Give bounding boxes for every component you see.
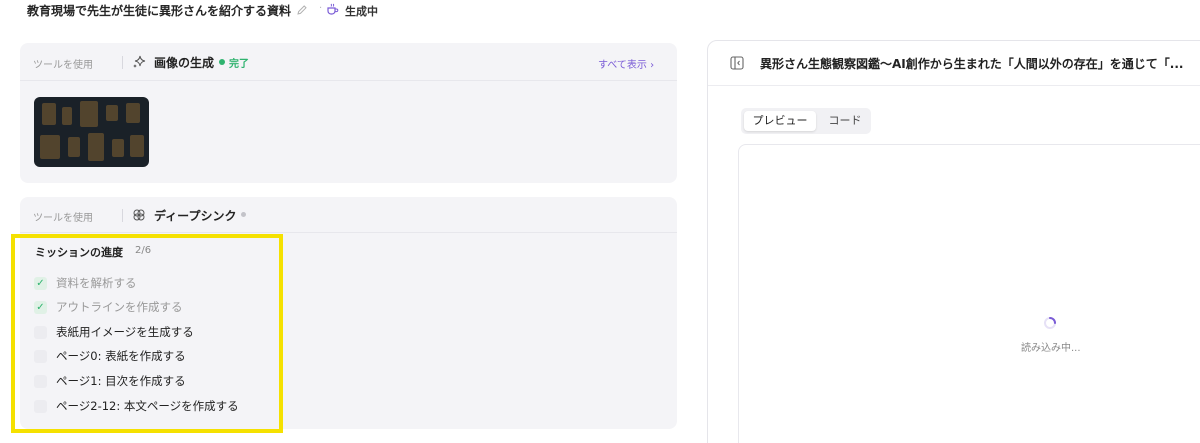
thumb-figure <box>40 135 60 159</box>
loading-label: 読み込み中... <box>1021 343 1081 354</box>
generated-image-thumbnail[interactable] <box>34 97 149 167</box>
status-dot <box>241 212 246 217</box>
tool-use-label: ツールを使用 <box>33 60 93 71</box>
atom-icon <box>133 209 145 221</box>
show-all-link[interactable]: すべて表示 › <box>598 56 654 71</box>
show-all-label: すべて表示 <box>598 60 647 71</box>
thumb-figure <box>42 103 56 125</box>
status-dot <box>219 59 225 65</box>
thumb-figure <box>80 101 98 127</box>
pencil-icon[interactable] <box>296 4 308 16</box>
chevron-right-icon: › <box>650 60 655 71</box>
thumb-figure <box>130 135 144 157</box>
highlight-frame <box>11 234 283 433</box>
tool-use-label: ツールを使用 <box>33 213 93 224</box>
sparkle-icon <box>133 55 146 68</box>
thumb-figure <box>88 133 104 161</box>
header-divider <box>122 56 123 69</box>
sidebar-toggle-icon[interactable] <box>730 56 744 70</box>
tool-name: 画像の生成 <box>154 56 215 70</box>
preview-panel: 異形さん生態観察図鑑〜AI創作から生まれた「人間以外の存在」を通じて「... プ… <box>707 40 1200 443</box>
thumb-figure <box>112 139 124 157</box>
view-tabs: プレビュー コード <box>741 108 871 134</box>
generation-status: 生成中 <box>345 5 378 18</box>
preview-panel-header: 異形さん生態観察図鑑〜AI創作から生まれた「人間以外の存在」を通じて「... <box>708 41 1200 86</box>
preview-area <box>738 144 1200 443</box>
thumb-figure <box>68 137 80 157</box>
preview-title: 異形さん生態観察図鑑〜AI創作から生まれた「人間以外の存在」を通じて「... <box>760 57 1184 71</box>
tool-name: ディープシンク <box>154 209 237 223</box>
thumb-figure <box>62 107 72 125</box>
cup-icon <box>327 3 339 15</box>
tab-preview[interactable]: プレビュー <box>744 111 816 131</box>
header-divider <box>122 209 123 222</box>
top-bar: 教育現場で先生が生徒に異形さんを紹介する資料 · 生成中 <box>0 0 700 22</box>
tool-card-header: ツールを使用 ディープシンク <box>20 197 677 233</box>
tool-card-header: ツールを使用 画像の生成 完了 すべて表示 › <box>20 43 677 81</box>
thumb-figure <box>106 105 118 121</box>
separator-dot: · <box>319 3 323 14</box>
tab-code[interactable]: コード <box>821 111 869 131</box>
thumb-figure <box>126 103 140 123</box>
tool-card-image-generation: ツールを使用 画像の生成 完了 すべて表示 › <box>20 43 677 183</box>
document-title[interactable]: 教育現場で先生が生徒に異形さんを紹介する資料 <box>27 2 291 19</box>
status-badge: 完了 <box>229 59 249 70</box>
loading-spinner-icon <box>1044 317 1056 329</box>
